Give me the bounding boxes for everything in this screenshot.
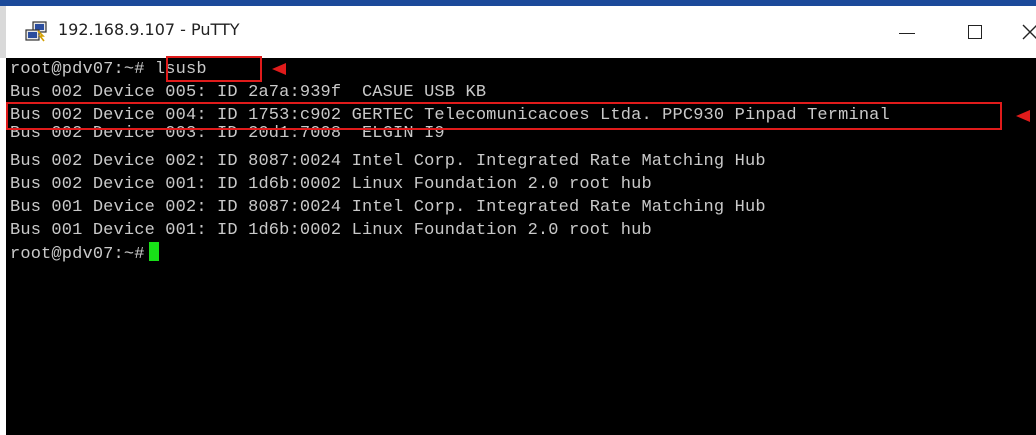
window-title: 192.168.9.107 - PuTTY: [58, 20, 240, 39]
title-bar[interactable]: 192.168.9.107 - PuTTY: [0, 6, 1036, 58]
putty-icon[interactable]: [24, 21, 48, 43]
terminal-output-line: Bus 002 Device 001: ID 1d6b:0002 Linux F…: [10, 175, 652, 194]
minimize-icon: [899, 32, 915, 34]
maximize-icon: [968, 25, 982, 39]
close-button[interactable]: [1022, 12, 1036, 52]
terminal-prompt: root@pdv07:~#: [10, 245, 145, 264]
terminal-output-line: Bus 002 Device 005: ID 2a7a:939f CASUE U…: [10, 83, 487, 102]
maximize-button[interactable]: [952, 12, 998, 52]
terminal-output-line: Bus 002 Device 002: ID 8087:0024 Intel C…: [10, 152, 766, 171]
terminal-cursor: [148, 242, 159, 261]
terminal-area[interactable]: root@pdv07:~# lsusb Bus 002 Device 005: …: [6, 56, 1036, 435]
device-highlight-box: [6, 102, 1002, 130]
terminal-output-line: Bus 001 Device 002: ID 8087:0024 Intel C…: [10, 198, 766, 217]
terminal-prompt-line: root@pdv07:~#: [10, 242, 159, 265]
command-arrow-icon: [272, 63, 286, 75]
putty-window: 192.168.9.107 - PuTTY root@pdv07:~# lsus…: [0, 0, 1036, 435]
minimize-button[interactable]: [884, 12, 930, 52]
terminal-output-line: Bus 001 Device 001: ID 1d6b:0002 Linux F…: [10, 221, 652, 240]
device-arrow-icon: [1016, 110, 1030, 122]
close-icon: [1022, 24, 1036, 40]
command-highlight-box: [166, 56, 262, 82]
